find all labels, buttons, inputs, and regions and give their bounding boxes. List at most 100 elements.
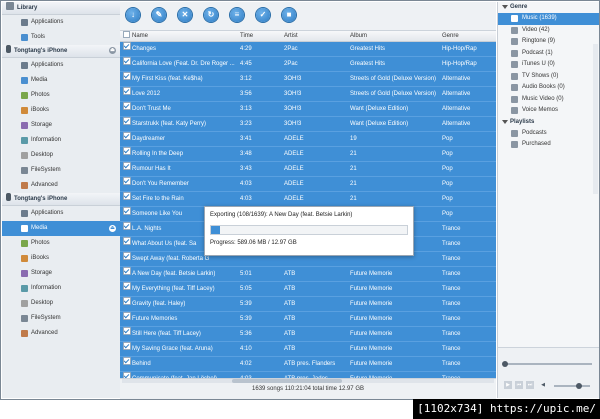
refresh-icon[interactable]: ↻ xyxy=(204,8,218,22)
next-icon[interactable]: ⏭ xyxy=(526,381,534,389)
row-checkbox[interactable] xyxy=(123,117,131,125)
panel-scrollbar[interactable] xyxy=(593,44,598,194)
sidebar-item-media[interactable]: Media xyxy=(2,73,120,88)
sidebar-item-photos[interactable]: Photos xyxy=(2,236,120,251)
row-checkbox[interactable] xyxy=(123,132,131,140)
row-checkbox[interactable] xyxy=(123,57,131,65)
sidebar-item-information[interactable]: Information xyxy=(2,133,120,148)
sidebar-item-advanced[interactable]: Advanced xyxy=(2,178,120,193)
row-checkbox[interactable] xyxy=(123,222,131,230)
category-item-video[interactable]: Video (42) xyxy=(498,25,599,37)
category-item-voice-memo[interactable]: Voice Memos xyxy=(498,105,599,117)
table-row[interactable]: Gravity (feat. Haley) 5:39 ATB Future Memor… xyxy=(120,297,496,312)
category-item-music[interactable]: Music (1639) xyxy=(498,13,599,25)
row-checkbox[interactable] xyxy=(123,42,131,50)
row-checkbox[interactable] xyxy=(123,252,131,260)
row-checkbox[interactable] xyxy=(123,282,131,290)
table-row[interactable]: Still Here (feat. Tiff Lacey) 5:36 ATB Futu… xyxy=(120,327,496,342)
table-row[interactable]: My Everything (feat. Tiff Lacey) 5:05 ATB F… xyxy=(120,282,496,297)
sidebar-item-media[interactable]: Media ⏏ xyxy=(2,221,120,236)
import-icon[interactable]: ↓ xyxy=(126,8,140,22)
row-checkbox[interactable] xyxy=(123,237,131,245)
table-row[interactable]: Love 2012 3:56 3OH!3 Streets of Gold (Delux… xyxy=(120,87,496,102)
row-checkbox[interactable] xyxy=(123,297,131,305)
previous-icon[interactable]: ⏮ xyxy=(515,381,523,389)
row-checkbox[interactable] xyxy=(123,192,131,200)
sidebar-item-applications[interactable]: Applications xyxy=(2,206,120,221)
horizontal-scrollbar[interactable] xyxy=(122,379,494,383)
sidebar-item-ibooks[interactable]: iBooks xyxy=(2,103,120,118)
column-header-genre[interactable]: Genre xyxy=(442,31,459,41)
category-item-playlist[interactable]: Podcasts xyxy=(498,128,599,140)
eject-icon[interactable]: ⏏ xyxy=(109,47,116,54)
row-checkbox[interactable] xyxy=(123,267,131,275)
table-row[interactable]: A New Day (feat. Betsie Larkin) 5:01 ATB Fu… xyxy=(120,267,496,282)
category-item-playlist[interactable]: Purchased xyxy=(498,139,599,151)
sidebar-item-desktop[interactable]: Desktop xyxy=(2,148,120,163)
table-row[interactable]: Starstrukk (feat. Katy Perry) 3:23 3OH!3 Wa… xyxy=(120,117,496,132)
list-icon[interactable]: ≡ xyxy=(230,8,244,22)
sidebar-item-filesystem[interactable]: FileSystem xyxy=(2,163,120,178)
sidebar-section-device-2[interactable]: Tongtang's iPhone xyxy=(2,193,120,206)
genre-header[interactable]: Genre xyxy=(498,2,599,13)
sidebar-item-information[interactable]: Information xyxy=(2,281,120,296)
sidebar-item-applications[interactable]: Applications xyxy=(2,58,120,73)
sidebar-item-photos[interactable]: Photos xyxy=(2,88,120,103)
sidebar-item-storage[interactable]: Storage xyxy=(2,118,120,133)
export-icon[interactable]: ✎ xyxy=(152,8,166,22)
volume-slider[interactable] xyxy=(554,383,590,389)
volume-knob[interactable] xyxy=(576,383,582,389)
column-header-time[interactable]: Time xyxy=(240,31,253,41)
sidebar-section-device-1[interactable]: Tongtang's iPhone ⏏ xyxy=(2,45,120,58)
sidebar-item-advanced[interactable]: Advanced xyxy=(2,326,120,341)
row-checkbox[interactable] xyxy=(123,312,131,320)
row-checkbox[interactable] xyxy=(123,207,131,215)
row-checkbox[interactable] xyxy=(123,177,131,185)
sidebar-item-applications[interactable]: Applications xyxy=(2,15,120,30)
table-row[interactable]: California Love (Feat. Dr. Dre Roger ...… xyxy=(120,57,496,72)
category-item-ringtone[interactable]: Ringtone (9) xyxy=(498,36,599,48)
row-checkbox[interactable] xyxy=(123,72,131,80)
table-row[interactable]: Behind 4:02 ATB pres. Flanders Future Memor… xyxy=(120,357,496,372)
category-item-podcast[interactable]: Podcast (1) xyxy=(498,48,599,60)
sidebar-item-storage[interactable]: Storage xyxy=(2,266,120,281)
table-row[interactable]: Future Memories 5:39 ATB Future Memorie Tran… xyxy=(120,312,496,327)
category-item-music-video[interactable]: Music Video (0) xyxy=(498,94,599,106)
row-checkbox[interactable] xyxy=(123,327,131,335)
column-header-name[interactable]: Name xyxy=(132,31,148,41)
table-row[interactable]: Don't Trust Me 3:13 3OH!3 Want (Deluxe Edit… xyxy=(120,102,496,117)
table-row[interactable]: Rolling In the Deep 3:48 ADELE 21 Pop xyxy=(120,147,496,162)
eject-icon[interactable]: ⏏ xyxy=(109,225,116,232)
seek-slider[interactable] xyxy=(502,361,592,367)
column-header-artist[interactable]: Artist xyxy=(284,31,298,41)
sidebar-item-tools[interactable]: Tools xyxy=(2,30,120,45)
checkmark-icon[interactable]: ✓ xyxy=(256,8,270,22)
sidebar-item-desktop[interactable]: Desktop xyxy=(2,296,120,311)
table-row[interactable]: My First Kiss (feat. Ke$ha) 3:12 3OH!3 Stre… xyxy=(120,72,496,87)
category-item-tv[interactable]: TV Shows (0) xyxy=(498,71,599,83)
row-checkbox[interactable] xyxy=(123,357,131,365)
sidebar-item-filesystem[interactable]: FileSystem xyxy=(2,311,120,326)
table-row[interactable]: My Saving Grace (feat. Aruna) 4:10 ATB Futu… xyxy=(120,342,496,357)
table-row[interactable]: Rumour Has It 3:43 ADELE 21 Pop xyxy=(120,162,496,177)
playlists-header[interactable]: Playlists xyxy=(498,117,599,128)
table-row[interactable]: Don't You Remember 4:03 ADELE 21 Pop xyxy=(120,177,496,192)
row-checkbox[interactable] xyxy=(123,342,131,350)
row-checkbox[interactable] xyxy=(123,102,131,110)
category-item-audiobook[interactable]: Audio Books (0) xyxy=(498,82,599,94)
table-row[interactable]: Daydreamer 3:41 ADELE 19 Pop xyxy=(120,132,496,147)
scrollbar-thumb[interactable] xyxy=(232,379,342,383)
category-item-itunes-u[interactable]: iTunes U (0) xyxy=(498,59,599,71)
row-checkbox[interactable] xyxy=(123,162,131,170)
delete-icon[interactable]: ✕ xyxy=(178,8,192,22)
column-header-album[interactable]: Album xyxy=(350,31,367,41)
sidebar-item-ibooks[interactable]: iBooks xyxy=(2,251,120,266)
stop-icon[interactable]: ■ xyxy=(282,8,296,22)
row-checkbox[interactable] xyxy=(123,87,131,95)
select-all-checkbox[interactable] xyxy=(123,31,130,38)
play-icon[interactable]: ▶ xyxy=(504,381,512,389)
row-checkbox[interactable] xyxy=(123,147,131,155)
table-row[interactable]: Set Fire to the Rain 4:03 ADELE 21 Pop xyxy=(120,192,496,207)
table-row[interactable]: Changes 4:29 2Pac Greatest Hits Hip-Hop/Rap xyxy=(120,42,496,57)
seek-knob[interactable] xyxy=(502,361,508,367)
